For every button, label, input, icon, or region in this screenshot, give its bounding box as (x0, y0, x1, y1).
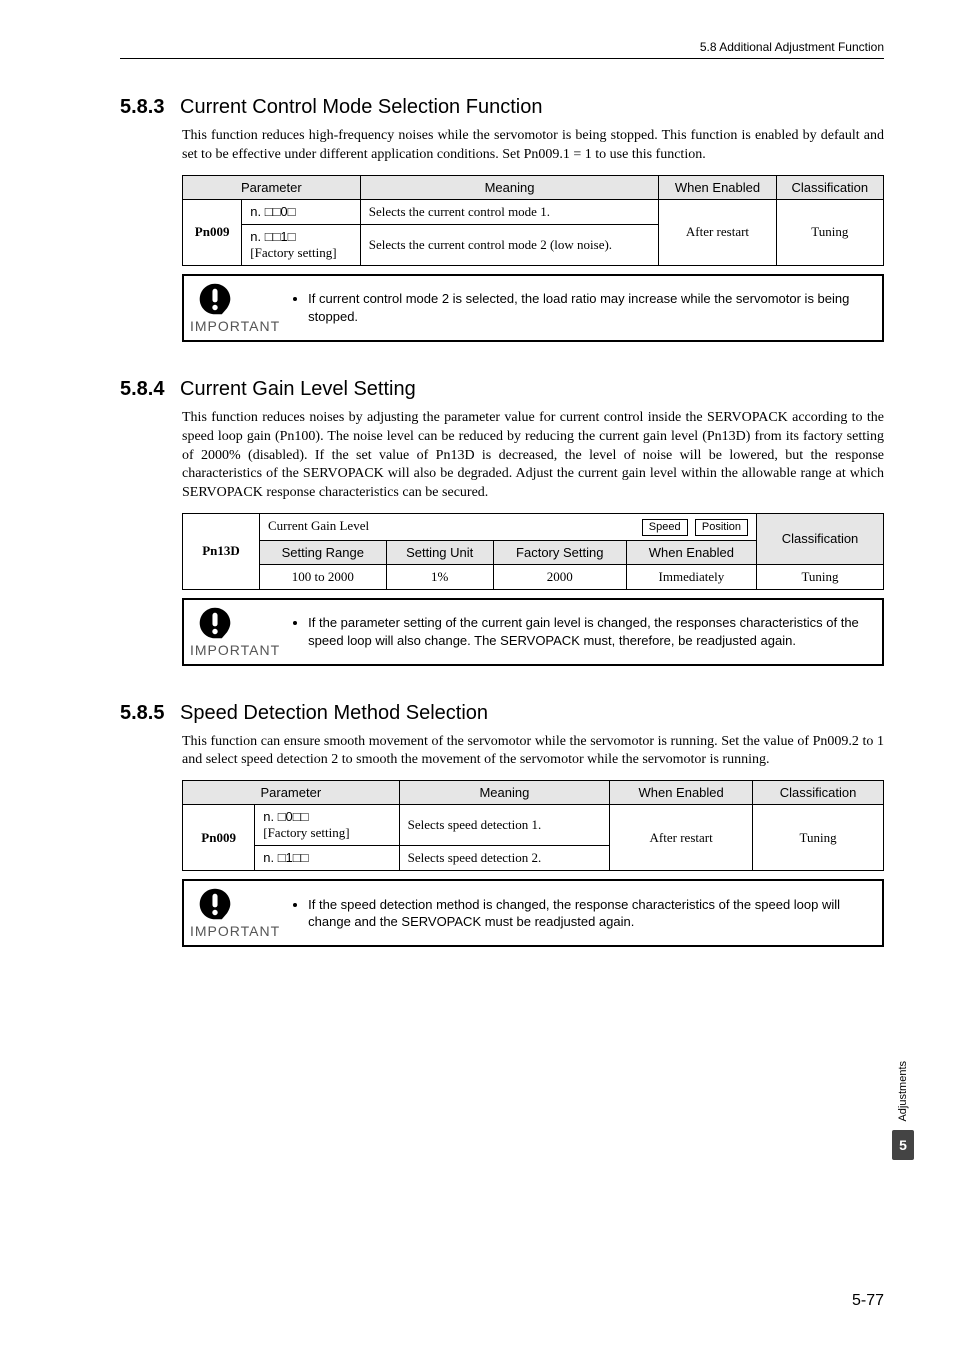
important-label: IMPORTANT (190, 318, 280, 334)
gain-title: Current Gain Level Speed Position (260, 514, 757, 540)
section-title: 5.8.5 Speed Detection Method Selection (120, 702, 884, 725)
section-title: 5.8.4 Current Gain Level Setting (120, 378, 884, 401)
val-when: Immediately (626, 564, 756, 589)
param-when: After restart (659, 199, 776, 265)
param-class: Tuning (753, 805, 884, 871)
th-class: Classification (753, 781, 884, 805)
section-5-8-3: 5.8.3 Current Control Mode Selection Fun… (120, 96, 884, 342)
param-code: n. □□1□ [Factory setting] (242, 224, 360, 265)
th-when: When Enabled (626, 540, 756, 564)
section-heading: Current Gain Level Setting (180, 378, 416, 400)
mode-speed: Speed (642, 519, 688, 535)
param-meaning: Selects speed detection 2. (399, 846, 610, 871)
th-meaning: Meaning (399, 781, 610, 805)
param-meaning: Selects the current control mode 1. (360, 199, 659, 224)
important-icon-group: IMPORTANT (190, 606, 280, 658)
param-meaning: Selects the current control mode 2 (low … (360, 224, 659, 265)
param-id: Pn13D (183, 514, 260, 589)
important-icon-group: IMPORTANT (190, 887, 280, 939)
side-chapter-number: 5 (892, 1130, 914, 1160)
param-id: Pn009 (183, 199, 242, 265)
important-box: IMPORTANT If the speed detection method … (182, 879, 884, 947)
important-icon (198, 887, 232, 921)
param-meaning: Selects speed detection 1. (399, 805, 610, 846)
section-5-8-5: 5.8.5 Speed Detection Method Selection T… (120, 702, 884, 948)
important-label: IMPORTANT (190, 642, 280, 658)
section-number: 5.8.5 (120, 702, 164, 724)
important-icon (198, 282, 232, 316)
important-label: IMPORTANT (190, 923, 280, 939)
param-code: n. □0□□ [Factory setting] (255, 805, 399, 846)
val-class: Tuning (757, 564, 884, 589)
parameter-table-pn009a: Parameter Meaning When Enabled Classific… (182, 175, 884, 266)
th-parameter: Parameter (183, 175, 361, 199)
th-unit: Setting Unit (386, 540, 493, 564)
important-text: If the speed detection method is changed… (292, 896, 870, 931)
section-number: 5.8.3 (120, 96, 164, 118)
val-range: 100 to 2000 (260, 564, 387, 589)
param-id: Pn009 (183, 805, 255, 871)
th-range: Setting Range (260, 540, 387, 564)
section-intro: This function reduces noises by adjustin… (120, 409, 884, 503)
param-when: After restart (610, 805, 753, 871)
th-meaning: Meaning (360, 175, 659, 199)
th-when: When Enabled (610, 781, 753, 805)
section-heading: Current Control Mode Selection Function (180, 96, 542, 118)
important-box: IMPORTANT If current control mode 2 is s… (182, 274, 884, 342)
val-unit: 1% (386, 564, 493, 589)
th-parameter: Parameter (183, 781, 400, 805)
mode-position: Position (695, 519, 748, 535)
important-icon-group: IMPORTANT (190, 282, 280, 334)
important-box: IMPORTANT If the parameter setting of th… (182, 598, 884, 666)
section-intro: This function reduces high-frequency noi… (120, 127, 884, 165)
important-text: If current control mode 2 is selected, t… (292, 290, 870, 325)
param-code: n. □1□□ (255, 846, 399, 871)
section-intro: This function can ensure smooth movement… (120, 733, 884, 771)
th-class: Classification (757, 514, 884, 564)
th-class: Classification (776, 175, 883, 199)
parameter-table-pn009b: Parameter Meaning When Enabled Classific… (182, 780, 884, 871)
section-number: 5.8.4 (120, 378, 164, 400)
running-header: 5.8 Additional Adjustment Function (120, 40, 884, 59)
important-text: If the parameter setting of the current … (292, 614, 870, 649)
val-factory: 2000 (493, 564, 626, 589)
parameter-table-pn13d: Pn13D Current Gain Level Speed Position … (182, 513, 884, 589)
section-5-8-4: 5.8.4 Current Gain Level Setting This fu… (120, 378, 884, 666)
param-code: n. □□0□ (242, 199, 360, 224)
th-when: When Enabled (659, 175, 776, 199)
section-heading: Speed Detection Method Selection (180, 702, 488, 724)
page-number: 5-77 (852, 1292, 884, 1310)
th-factory: Factory Setting (493, 540, 626, 564)
side-tab: Adjustments 5 (892, 1061, 914, 1160)
section-title: 5.8.3 Current Control Mode Selection Fun… (120, 96, 884, 119)
param-class: Tuning (776, 199, 883, 265)
important-icon (198, 606, 232, 640)
page: 5.8 Additional Adjustment Function 5.8.3… (0, 0, 954, 1350)
side-label: Adjustments (897, 1061, 909, 1122)
